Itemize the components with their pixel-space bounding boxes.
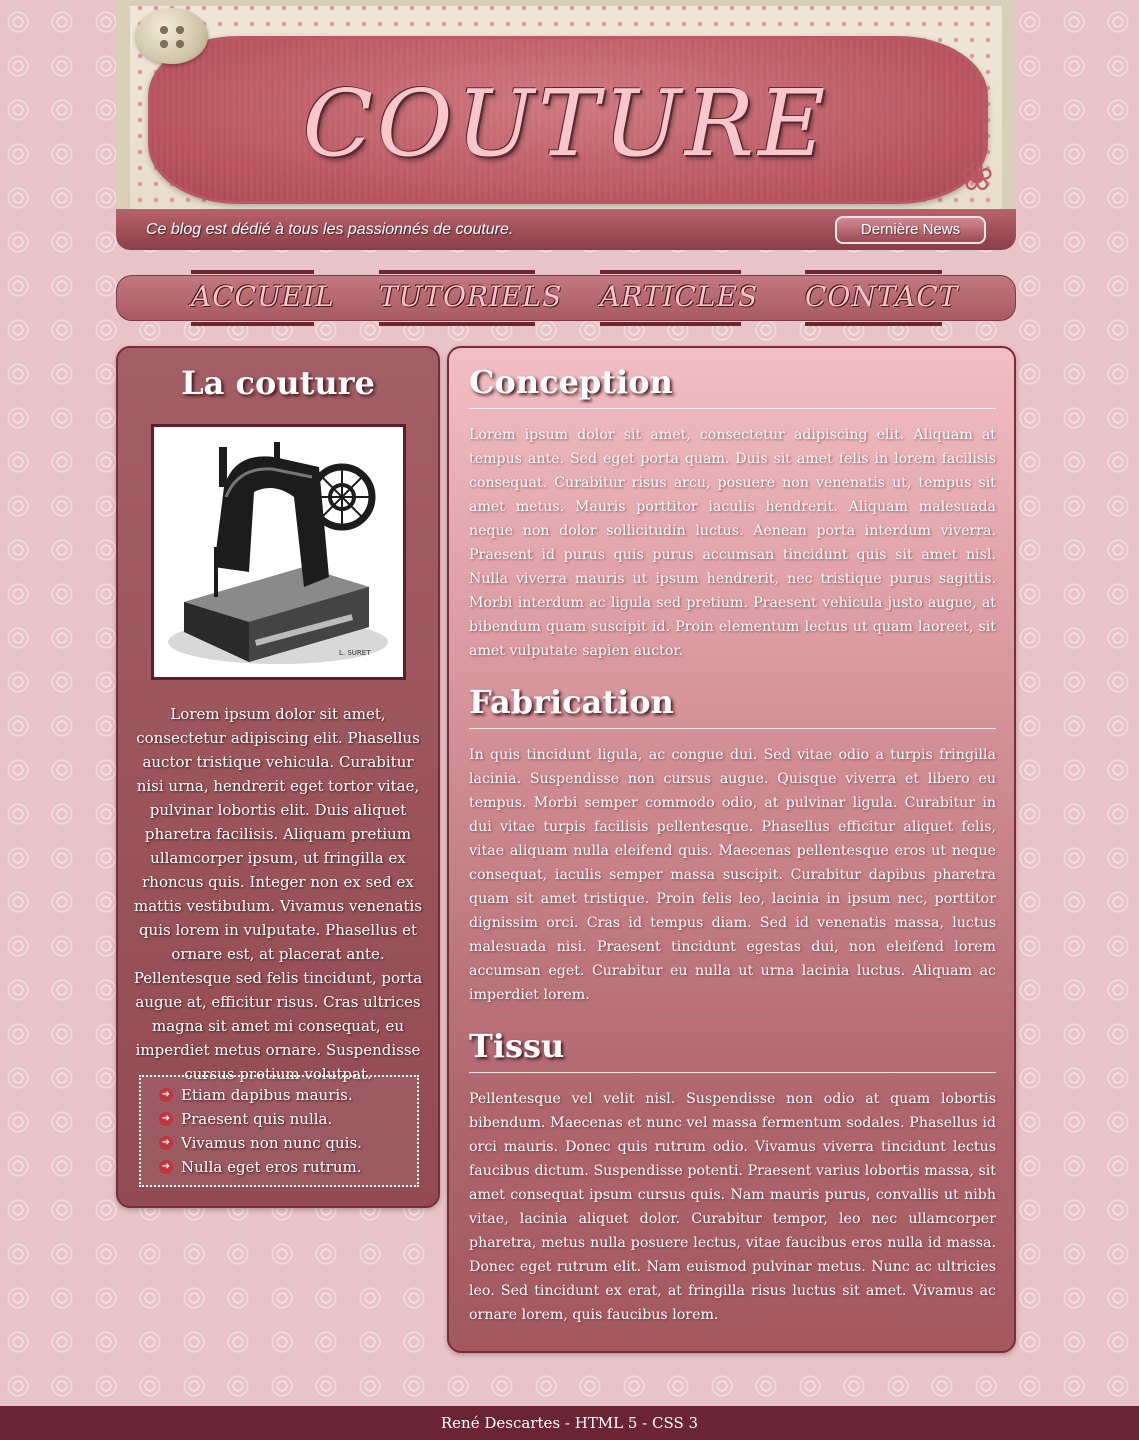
section-text: In quis tincidunt ligula, ac congue dui.… — [469, 747, 996, 1003]
list-item[interactable]: ➜ Vivamus non nunc quis. — [159, 1131, 417, 1155]
list-item-label: Praesent quis nulla. — [181, 1110, 333, 1128]
site-title: COUTURE — [302, 70, 830, 177]
nav-item-accueil[interactable]: ACCUEIL — [191, 270, 334, 326]
list-item[interactable]: ➜ Etiam dapibus mauris. — [159, 1083, 417, 1107]
arrow-right-icon: ➜ — [159, 1112, 173, 1126]
sewing-machine-illustration: L. SURET — [154, 427, 403, 677]
site-header: ❀ COUTURE Ce blog est dédié à tous les p… — [116, 0, 1016, 250]
nav-item-articles[interactable]: ARTICLES — [600, 270, 757, 326]
nav-item-contact[interactable]: CONTACT — [805, 270, 957, 326]
list-item-label: Etiam dapibus mauris. — [181, 1086, 353, 1104]
section-text: Pellentesque vel velit nisl. Suspendisse… — [469, 1091, 996, 1323]
section-tissu: Tissu Pellentesque vel velit nisl. Suspe… — [469, 1026, 996, 1327]
arrow-right-icon: ➜ — [159, 1088, 173, 1102]
arrow-right-icon: ➜ — [159, 1160, 173, 1174]
sewing-machine-image: L. SURET — [151, 424, 406, 680]
site-footer: René Descartes - HTML 5 - CSS 3 — [0, 1406, 1139, 1440]
section-heading: Tissu — [469, 1026, 996, 1073]
main-content: Conception Lorem ipsum dolor sit amet, c… — [447, 346, 1016, 1353]
arrow-right-icon: ➜ — [159, 1136, 173, 1150]
list-item-label: Nulla eget eros rutrum. — [181, 1158, 362, 1176]
section-heading: Fabrication — [469, 682, 996, 729]
tagline: Ce blog est dédié à tous les passionnés … — [146, 221, 514, 238]
sidebar-title: La couture — [181, 364, 375, 402]
main-nav: ACCUEIL TUTORIELS ARTICLES CONTACT — [116, 270, 1016, 326]
list-item-label: Vivamus non nunc quis. — [181, 1134, 362, 1152]
sidebar: La couture L. SURET Lorem ipsum dolor si… — [116, 346, 440, 1208]
section-conception: Conception Lorem ipsum dolor sit amet, c… — [469, 362, 996, 663]
header-bar: Ce blog est dédié à tous les passionnés … — [116, 209, 1016, 250]
image-caption: L. SURET — [339, 649, 371, 657]
sidebar-list: ➜ Etiam dapibus mauris. ➜ Praesent quis nu… — [139, 1075, 419, 1187]
latest-news-button[interactable]: Dernière News — [835, 216, 986, 244]
section-heading: Conception — [469, 362, 996, 409]
nav-item-tutoriels[interactable]: TUTORIELS — [379, 270, 561, 326]
list-item[interactable]: ➜ Nulla eget eros rutrum. — [159, 1155, 417, 1179]
section-fabrication: Fabrication In quis tincidunt ligula, ac… — [469, 682, 996, 1007]
sidebar-text: Lorem ipsum dolor sit amet, consectetur … — [133, 705, 423, 1083]
list-item[interactable]: ➜ Praesent quis nulla. — [159, 1107, 417, 1131]
sewing-button-icon — [136, 8, 208, 64]
section-text: Lorem ipsum dolor sit amet, consectetur … — [469, 427, 996, 659]
